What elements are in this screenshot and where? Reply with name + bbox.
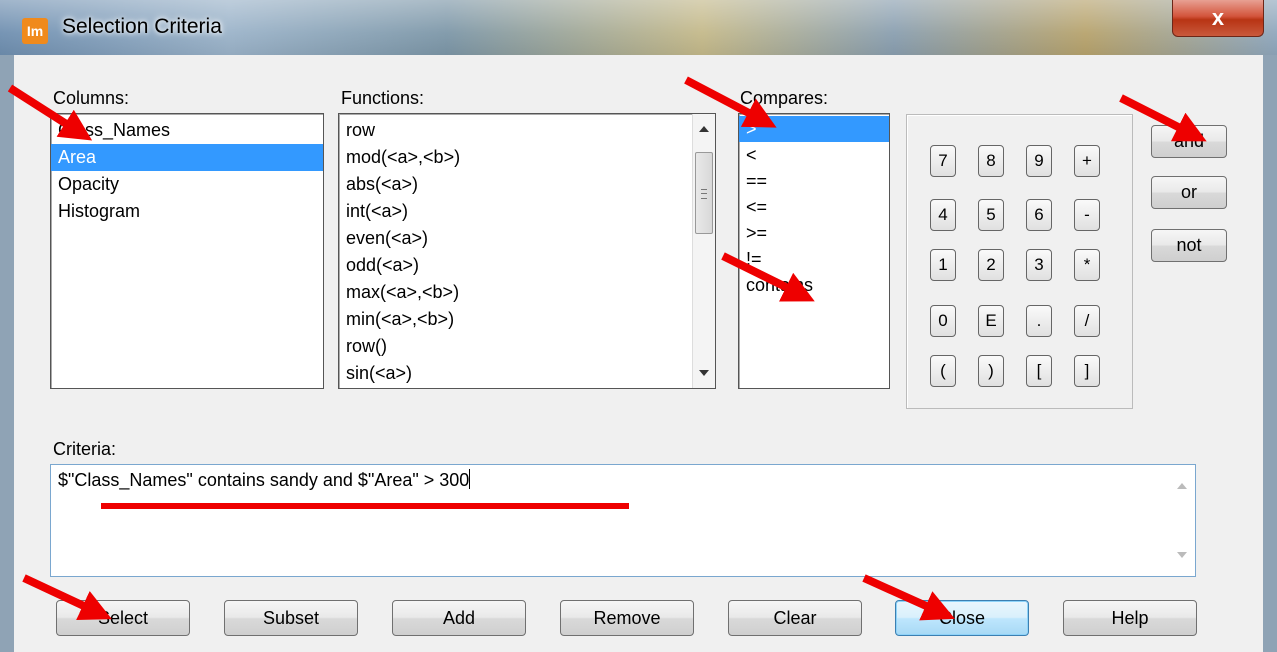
key-multiply[interactable]: * [1074,249,1100,281]
close-window-button[interactable]: x [1172,0,1264,37]
list-item-function[interactable]: max(<a>,<b>) [339,279,715,306]
key-0[interactable]: 0 [930,305,956,337]
key-7[interactable]: 7 [930,145,956,177]
key-dot[interactable]: . [1026,305,1052,337]
subset-button[interactable]: Subset [224,600,358,636]
key-open-paren[interactable]: ( [930,355,956,387]
functions-scrollbar[interactable] [692,114,715,388]
list-item-function[interactable]: even(<a>) [339,225,715,252]
key-4[interactable]: 4 [930,199,956,231]
criteria-label: Criteria: [53,439,117,459]
criteria-input[interactable]: $"Class_Names" contains sandy and $"Area… [50,464,1196,577]
list-item-function[interactable]: row [339,117,715,144]
key-close-paren[interactable]: ) [978,355,1004,387]
and-button[interactable]: and [1151,125,1227,158]
scroll-thumb[interactable] [695,152,713,234]
list-item-area[interactable]: Area [51,144,323,171]
scroll-up-icon[interactable] [1177,483,1187,489]
key-6[interactable]: 6 [1026,199,1052,231]
list-item-function[interactable]: abs(<a>) [339,171,715,198]
list-item-contains[interactable]: contains [739,272,889,298]
scroll-up-icon[interactable] [699,126,709,132]
keypad-panel: 7 8 9 + 4 5 6 - 1 2 3 * 0 E . / ( ) [ ] [906,114,1133,409]
criteria-text: $"Class_Names" contains sandy and $"Area… [58,470,470,490]
list-item-function[interactable]: mod(<a>,<b>) [339,144,715,171]
functions-label: Functions: [341,88,425,108]
key-close-bracket[interactable]: ] [1074,355,1100,387]
list-item-function[interactable]: int(<a>) [339,198,715,225]
list-item-function[interactable]: sin(<a>) [339,360,715,387]
list-item-not-equal[interactable]: != [739,246,889,272]
list-item-function[interactable]: min(<a>,<b>) [339,306,715,333]
close-button[interactable]: Close [895,600,1029,636]
not-button[interactable]: not [1151,229,1227,262]
key-open-bracket[interactable]: [ [1026,355,1052,387]
list-item-equal[interactable]: == [739,168,889,194]
key-divide[interactable]: / [1074,305,1100,337]
key-5[interactable]: 5 [978,199,1004,231]
window-title: Selection Criteria [62,15,222,38]
key-9[interactable]: 9 [1026,145,1052,177]
key-1[interactable]: 1 [930,249,956,281]
list-item-histogram[interactable]: Histogram [51,198,323,225]
annotation-underline [101,503,629,509]
list-item-less[interactable]: < [739,142,889,168]
key-8[interactable]: 8 [978,145,1004,177]
list-item-greater-equal[interactable]: >= [739,220,889,246]
app-icon: Im [22,18,48,44]
select-button[interactable]: Select [56,600,190,636]
key-minus[interactable]: - [1074,199,1100,231]
key-2[interactable]: 2 [978,249,1004,281]
list-item-opacity[interactable]: Opacity [51,171,323,198]
scroll-down-icon[interactable] [1177,552,1187,558]
functions-list[interactable]: row mod(<a>,<b>) abs(<a>) int(<a>) even(… [338,113,716,389]
compares-list[interactable]: > < == <= >= != contains [738,113,890,389]
add-button[interactable]: Add [392,600,526,636]
clear-button[interactable]: Clear [728,600,862,636]
columns-label: Columns: [53,88,130,108]
list-item-class-names[interactable]: Class_Names [51,117,323,144]
criteria-scrollbar[interactable] [1169,465,1195,576]
or-button[interactable]: or [1151,176,1227,209]
list-item-function[interactable]: odd(<a>) [339,252,715,279]
list-item-greater[interactable]: > [739,116,889,142]
text-caret [469,469,471,489]
remove-button[interactable]: Remove [560,600,694,636]
key-e[interactable]: E [978,305,1004,337]
columns-list[interactable]: Class_Names Area Opacity Histogram [50,113,324,389]
key-3[interactable]: 3 [1026,249,1052,281]
help-button[interactable]: Help [1063,600,1197,636]
key-plus[interactable]: + [1074,145,1100,177]
scroll-down-icon[interactable] [699,370,709,376]
compares-label: Compares: [740,88,829,108]
list-item-less-equal[interactable]: <= [739,194,889,220]
list-item-function[interactable]: row() [339,333,715,360]
